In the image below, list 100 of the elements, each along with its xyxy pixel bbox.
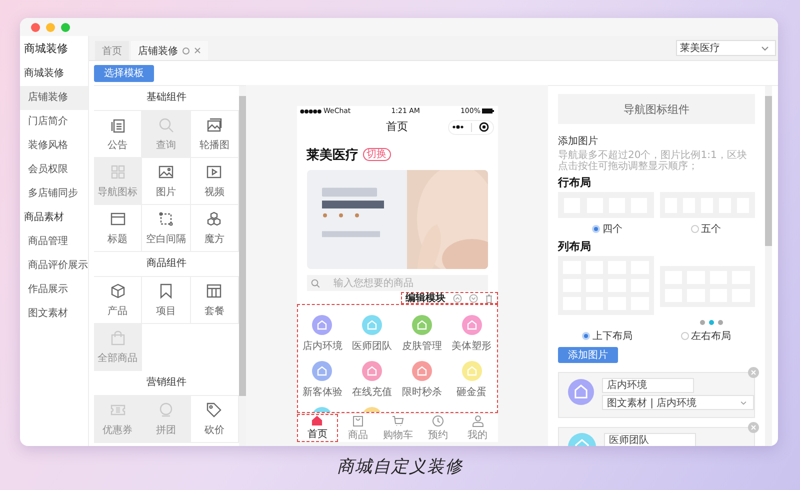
more-icon[interactable] bbox=[452, 125, 464, 130]
category-label: 医师团队 bbox=[352, 340, 392, 353]
bottom-tab[interactable]: 首页 bbox=[296, 414, 338, 442]
maximize-window-icon[interactable] bbox=[61, 22, 70, 32]
category-icon[interactable] bbox=[462, 315, 482, 335]
title-icon bbox=[110, 210, 126, 226]
sidebar-item[interactable]: 多店铺同步 bbox=[20, 182, 88, 206]
section-label: 添加图片 bbox=[558, 134, 599, 148]
name-input[interactable]: 店内环境 bbox=[602, 378, 694, 393]
video-icon bbox=[206, 164, 222, 180]
section-heading: 行布局 bbox=[558, 175, 592, 190]
battery-icon bbox=[482, 108, 494, 114]
category-label: 皮肤管理 bbox=[402, 340, 442, 353]
sidebar-item[interactable]: 会员权限 bbox=[20, 158, 88, 182]
layout-radio[interactable]: 左右布局 bbox=[680, 329, 731, 343]
navigation-module[interactable]: 店内环境 医师团队 皮肤管理 美体塑形 新客体验 在线充值 限时秒杀 砸金蛋 bbox=[296, 304, 498, 413]
store-dropdown[interactable]: 莱美医疗 bbox=[676, 40, 776, 56]
store-name: 莱美医疗 bbox=[306, 146, 358, 164]
sidebar-title: 商城装修 bbox=[23, 41, 69, 57]
category-label: 店内环境 bbox=[302, 340, 342, 353]
remove-icon[interactable] bbox=[748, 422, 759, 433]
link-dropdown[interactable]: 图文素材 | 店内环境 bbox=[602, 395, 754, 410]
category-icon[interactable] bbox=[362, 361, 382, 381]
target-icon[interactable] bbox=[479, 122, 489, 132]
signal-icon bbox=[300, 108, 322, 114]
pager-dot[interactable] bbox=[700, 320, 705, 325]
bottom-tab[interactable]: 购物车 bbox=[378, 414, 418, 442]
hint-text: 导航最多不超过20个，图片比例1:1，区块点击按住可拖动调整显示顺序； bbox=[558, 150, 748, 172]
layout-radio[interactable]: 上下布局 bbox=[582, 329, 632, 343]
bag-icon bbox=[352, 414, 364, 426]
category-label: 在线充值 bbox=[352, 386, 392, 399]
category-label: 新客体验 bbox=[302, 386, 342, 399]
cart-icon bbox=[392, 414, 404, 426]
sidebar-group: 商城装修 bbox=[20, 62, 88, 86]
refresh-icon[interactable] bbox=[182, 46, 190, 54]
category-icon[interactable] bbox=[568, 378, 594, 406]
scrollbar[interactable] bbox=[239, 86, 246, 446]
category-icon[interactable] bbox=[362, 315, 382, 335]
clock-icon bbox=[432, 414, 444, 426]
category-icon[interactable] bbox=[462, 361, 482, 381]
close-window-icon[interactable] bbox=[31, 22, 40, 32]
category-icon[interactable] bbox=[312, 315, 332, 335]
sidebar-item[interactable]: 商品评价展示 bbox=[20, 254, 88, 278]
sidebar-group: 商品素材 bbox=[20, 206, 88, 230]
move-down-icon[interactable] bbox=[468, 294, 478, 302]
component-tile[interactable]: 项目 bbox=[142, 277, 191, 324]
category-icon[interactable] bbox=[412, 361, 432, 381]
trash-icon[interactable] bbox=[484, 294, 492, 302]
layout-radio[interactable]: 四个 bbox=[592, 222, 622, 236]
chevron-icon bbox=[740, 400, 747, 404]
minimize-window-icon[interactable] bbox=[46, 22, 55, 32]
category-icon[interactable] bbox=[312, 361, 332, 381]
person-icon bbox=[472, 414, 484, 426]
space-icon bbox=[158, 210, 174, 226]
tab[interactable]: 店铺装修 bbox=[131, 41, 208, 60]
search-icon bbox=[158, 116, 174, 132]
home-icon bbox=[311, 415, 324, 426]
component-title: 导航图标组件 bbox=[558, 94, 755, 124]
category-label: 限时秒杀 bbox=[402, 386, 442, 399]
component-tile[interactable]: 图片 bbox=[142, 158, 191, 205]
category-label: 砸金蛋 bbox=[456, 386, 487, 399]
bookmark-icon bbox=[158, 282, 174, 298]
edit-module-label: 编辑模块 bbox=[406, 292, 446, 305]
close-icon[interactable] bbox=[194, 47, 201, 54]
bottom-tab[interactable]: 预约 bbox=[418, 414, 458, 442]
doc-icon bbox=[110, 116, 126, 132]
sidebar-item[interactable]: 店铺装修 bbox=[20, 86, 88, 110]
table-icon bbox=[206, 282, 222, 298]
pager-dot[interactable] bbox=[718, 320, 723, 325]
layout-radio[interactable]: 五个 bbox=[690, 222, 721, 236]
category-icon[interactable] bbox=[412, 315, 432, 335]
bottom-tab[interactable]: 商品 bbox=[338, 414, 378, 442]
sidebar-item[interactable]: 门店简介 bbox=[20, 110, 88, 134]
sidebar-item[interactable]: 图文素材 bbox=[20, 302, 88, 326]
grid-icon bbox=[110, 164, 126, 180]
remove-icon[interactable] bbox=[748, 367, 759, 378]
chevron-icon bbox=[761, 46, 769, 50]
box-icon bbox=[110, 282, 126, 298]
pager-dot[interactable] bbox=[709, 320, 714, 325]
component-tile[interactable]: 空白间隔 bbox=[142, 205, 191, 252]
scrollbar[interactable] bbox=[765, 86, 772, 446]
tag-icon bbox=[206, 402, 222, 418]
add-image-button[interactable]: 添加图片 bbox=[558, 347, 618, 363]
switch-link[interactable]: 切换 bbox=[362, 148, 390, 162]
search-icon bbox=[310, 278, 320, 288]
select-template-button[interactable]: 选择模板 bbox=[94, 64, 154, 82]
bottom-tab[interactable]: 我的 bbox=[458, 414, 498, 442]
bag-icon bbox=[110, 330, 126, 346]
component-tile[interactable]: 标题 bbox=[94, 205, 142, 252]
sidebar-item[interactable]: 作品展示 bbox=[20, 278, 88, 302]
capsule-menu[interactable] bbox=[448, 120, 494, 135]
images-icon bbox=[206, 116, 222, 132]
name-input[interactable]: 医师团队 bbox=[604, 433, 696, 446]
category-label: 美体塑形 bbox=[452, 340, 492, 353]
sidebar-item[interactable]: 商品管理 bbox=[20, 230, 88, 254]
cubes-icon bbox=[206, 210, 222, 226]
image-icon bbox=[158, 164, 174, 180]
move-up-icon[interactable] bbox=[452, 294, 462, 302]
page-title: 首页 bbox=[386, 119, 408, 134]
sidebar-item[interactable]: 装修风格 bbox=[20, 134, 88, 158]
